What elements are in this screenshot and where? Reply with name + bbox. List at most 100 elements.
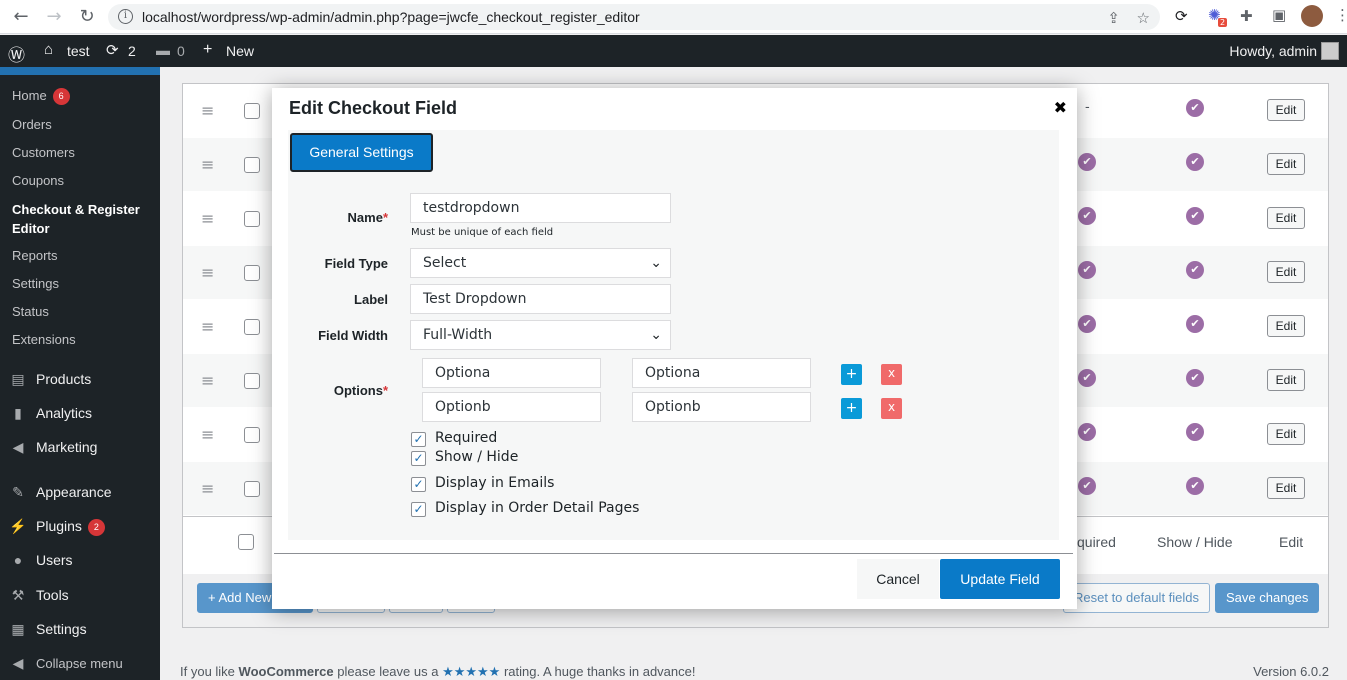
remove-option-button[interactable]: x bbox=[881, 364, 902, 385]
name-field[interactable]: testdropdown bbox=[410, 193, 671, 223]
drag-handle-icon[interactable]: ≡ bbox=[201, 479, 214, 498]
sidebar-item-extensions[interactable]: Extensions bbox=[12, 332, 76, 347]
sidebar-item-label: Home bbox=[12, 88, 47, 103]
drag-handle-icon[interactable]: ≡ bbox=[201, 209, 214, 228]
info-icon[interactable]: i bbox=[118, 9, 133, 24]
row-checkbox[interactable] bbox=[244, 157, 260, 173]
sidepanel-icon[interactable]: ▣ bbox=[1272, 6, 1286, 24]
add-option-button[interactable]: + bbox=[841, 398, 862, 419]
site-name[interactable]: test bbox=[67, 43, 90, 59]
row-checkbox[interactable] bbox=[244, 211, 260, 227]
sidebar-item-settings[interactable]: ▦ Settings bbox=[8, 621, 86, 638]
sidebar-item-users[interactable]: ● Users bbox=[8, 552, 73, 568]
option-value-input[interactable]: Optiona bbox=[422, 358, 601, 388]
checkmark-icon: ✔ bbox=[1078, 423, 1096, 441]
forward-icon[interactable]: → bbox=[43, 6, 65, 28]
share-icon[interactable]: ⇪ bbox=[1107, 9, 1120, 27]
drag-handle-icon[interactable]: ≡ bbox=[201, 263, 214, 282]
show-hide-checkbox[interactable]: ✓ bbox=[411, 451, 426, 466]
sidebar-item-collapse[interactable]: ◀ Collapse menu bbox=[8, 655, 123, 672]
edit-button[interactable]: Edit bbox=[1267, 315, 1305, 337]
row-checkbox[interactable] bbox=[244, 373, 260, 389]
remove-option-button[interactable]: x bbox=[881, 398, 902, 419]
back-icon[interactable]: ← bbox=[10, 6, 32, 28]
show-hide-checkbox-label: Show / Hide bbox=[435, 449, 519, 465]
tab-general-settings[interactable]: General Settings bbox=[290, 133, 433, 172]
row-checkbox[interactable] bbox=[244, 265, 260, 281]
tools-icon: ⚒ bbox=[11, 587, 25, 603]
required-checkbox[interactable]: ✓ bbox=[411, 432, 426, 447]
checkmark-icon: ✔ bbox=[1186, 261, 1204, 279]
row-checkbox[interactable] bbox=[244, 427, 260, 443]
admin-bar: Ⓦ ⌂ test ⟳ 2 ▬ 0 + New Howdy, admin bbox=[0, 35, 1347, 67]
extension-icon[interactable]: ⟳ bbox=[1175, 7, 1188, 25]
row-checkbox[interactable] bbox=[244, 103, 260, 119]
sidebar-item-checkout-editor[interactable]: Checkout & Register Editor bbox=[12, 200, 152, 238]
address-bar[interactable]: i localhost/wordpress/wp-admin/admin.php… bbox=[108, 4, 1160, 30]
sidebar-item-appearance[interactable]: ✎ Appearance bbox=[8, 484, 111, 501]
collapse-icon: ◀ bbox=[12, 655, 24, 671]
option-text-input[interactable]: Optionb bbox=[632, 392, 811, 422]
edit-button[interactable]: Edit bbox=[1267, 207, 1305, 229]
sidebar-item-home[interactable]: Home 6 bbox=[12, 88, 70, 105]
option-text-input[interactable]: Optiona bbox=[632, 358, 811, 388]
profile-avatar[interactable] bbox=[1301, 5, 1323, 27]
checkmark-icon: ✔ bbox=[1078, 369, 1096, 387]
drag-handle-icon[interactable]: ≡ bbox=[201, 425, 214, 444]
url-text: localhost/wordpress/wp-admin/admin.php?p… bbox=[142, 9, 640, 25]
reload-icon[interactable]: ↻ bbox=[76, 6, 98, 28]
menu-icon[interactable]: ⋮ bbox=[1335, 6, 1347, 24]
avatar[interactable] bbox=[1321, 42, 1339, 60]
sidebar-item-products[interactable]: ▤ Products bbox=[8, 371, 91, 388]
cancel-button[interactable]: Cancel bbox=[857, 559, 939, 599]
display-order-pages-checkbox[interactable]: ✓ bbox=[411, 502, 426, 517]
save-changes-button[interactable]: Save changes bbox=[1215, 583, 1320, 613]
comments-icon[interactable]: ▬ bbox=[156, 42, 170, 58]
sidebar-item-status[interactable]: Status bbox=[12, 304, 49, 319]
edit-button[interactable]: Edit bbox=[1267, 477, 1305, 499]
reset-button[interactable]: Reset to default fields bbox=[1063, 583, 1211, 613]
field-width-select[interactable]: Full-Width ⌄ bbox=[410, 320, 671, 350]
sidebar-item-customers[interactable]: Customers bbox=[12, 145, 75, 160]
drag-handle-icon[interactable]: ≡ bbox=[201, 371, 214, 390]
required-checkbox-label: Required bbox=[435, 430, 498, 446]
edit-button[interactable]: Edit bbox=[1267, 261, 1305, 283]
add-option-button[interactable]: + bbox=[841, 364, 862, 385]
sidebar-item-tools[interactable]: ⚒ Tools bbox=[8, 587, 69, 604]
sidebar-item-marketing[interactable]: ◀ Marketing bbox=[8, 439, 98, 456]
drag-handle-icon[interactable]: ≡ bbox=[201, 317, 214, 336]
wordpress-logo-icon[interactable]: Ⓦ bbox=[8, 41, 25, 66]
sidebar-item-settings-wc[interactable]: Settings bbox=[12, 276, 59, 291]
howdy-text[interactable]: Howdy, admin bbox=[1229, 43, 1317, 59]
edit-button[interactable]: Edit bbox=[1267, 423, 1305, 445]
update-field-button[interactable]: Update Field bbox=[940, 559, 1060, 599]
checkmark-icon: ✔ bbox=[1186, 477, 1204, 495]
row-checkbox[interactable] bbox=[244, 481, 260, 497]
close-icon[interactable]: ✖ bbox=[1054, 98, 1067, 117]
edit-button[interactable]: Edit bbox=[1267, 153, 1305, 175]
sidebar-item-orders[interactable]: Orders bbox=[12, 117, 52, 132]
field-type-select[interactable]: Select ⌄ bbox=[410, 248, 671, 278]
sidebar-item-analytics[interactable]: ▮ Analytics bbox=[8, 405, 92, 422]
comments-count[interactable]: 0 bbox=[177, 43, 185, 59]
checkmark-icon: ✔ bbox=[1078, 315, 1096, 333]
new-link[interactable]: New bbox=[226, 43, 254, 59]
drag-handle-icon[interactable]: ≡ bbox=[201, 101, 214, 120]
edit-button[interactable]: Edit bbox=[1267, 99, 1305, 121]
edit-button[interactable]: Edit bbox=[1267, 369, 1305, 391]
sidebar-item-coupons[interactable]: Coupons bbox=[12, 173, 64, 188]
updates-icon[interactable]: ⟳ bbox=[106, 41, 119, 59]
label-field[interactable]: Test Dropdown bbox=[410, 284, 671, 314]
row-checkbox[interactable] bbox=[244, 319, 260, 335]
sidebar-item-plugins[interactable]: ⚡ Plugins 2 bbox=[8, 518, 105, 536]
rating-stars-link[interactable]: ★★★★★ bbox=[442, 664, 500, 679]
display-emails-checkbox[interactable]: ✓ bbox=[411, 477, 426, 492]
plugins-badge: 2 bbox=[87, 519, 105, 536]
star-icon[interactable]: ☆ bbox=[1137, 9, 1150, 27]
puzzle-icon[interactable]: ✚ bbox=[1240, 7, 1253, 25]
drag-handle-icon[interactable]: ≡ bbox=[201, 155, 214, 174]
updates-count[interactable]: 2 bbox=[128, 43, 136, 59]
sidebar-item-reports[interactable]: Reports bbox=[12, 248, 58, 263]
option-value-input[interactable]: Optionb bbox=[422, 392, 601, 422]
select-all-checkbox[interactable] bbox=[238, 534, 254, 550]
